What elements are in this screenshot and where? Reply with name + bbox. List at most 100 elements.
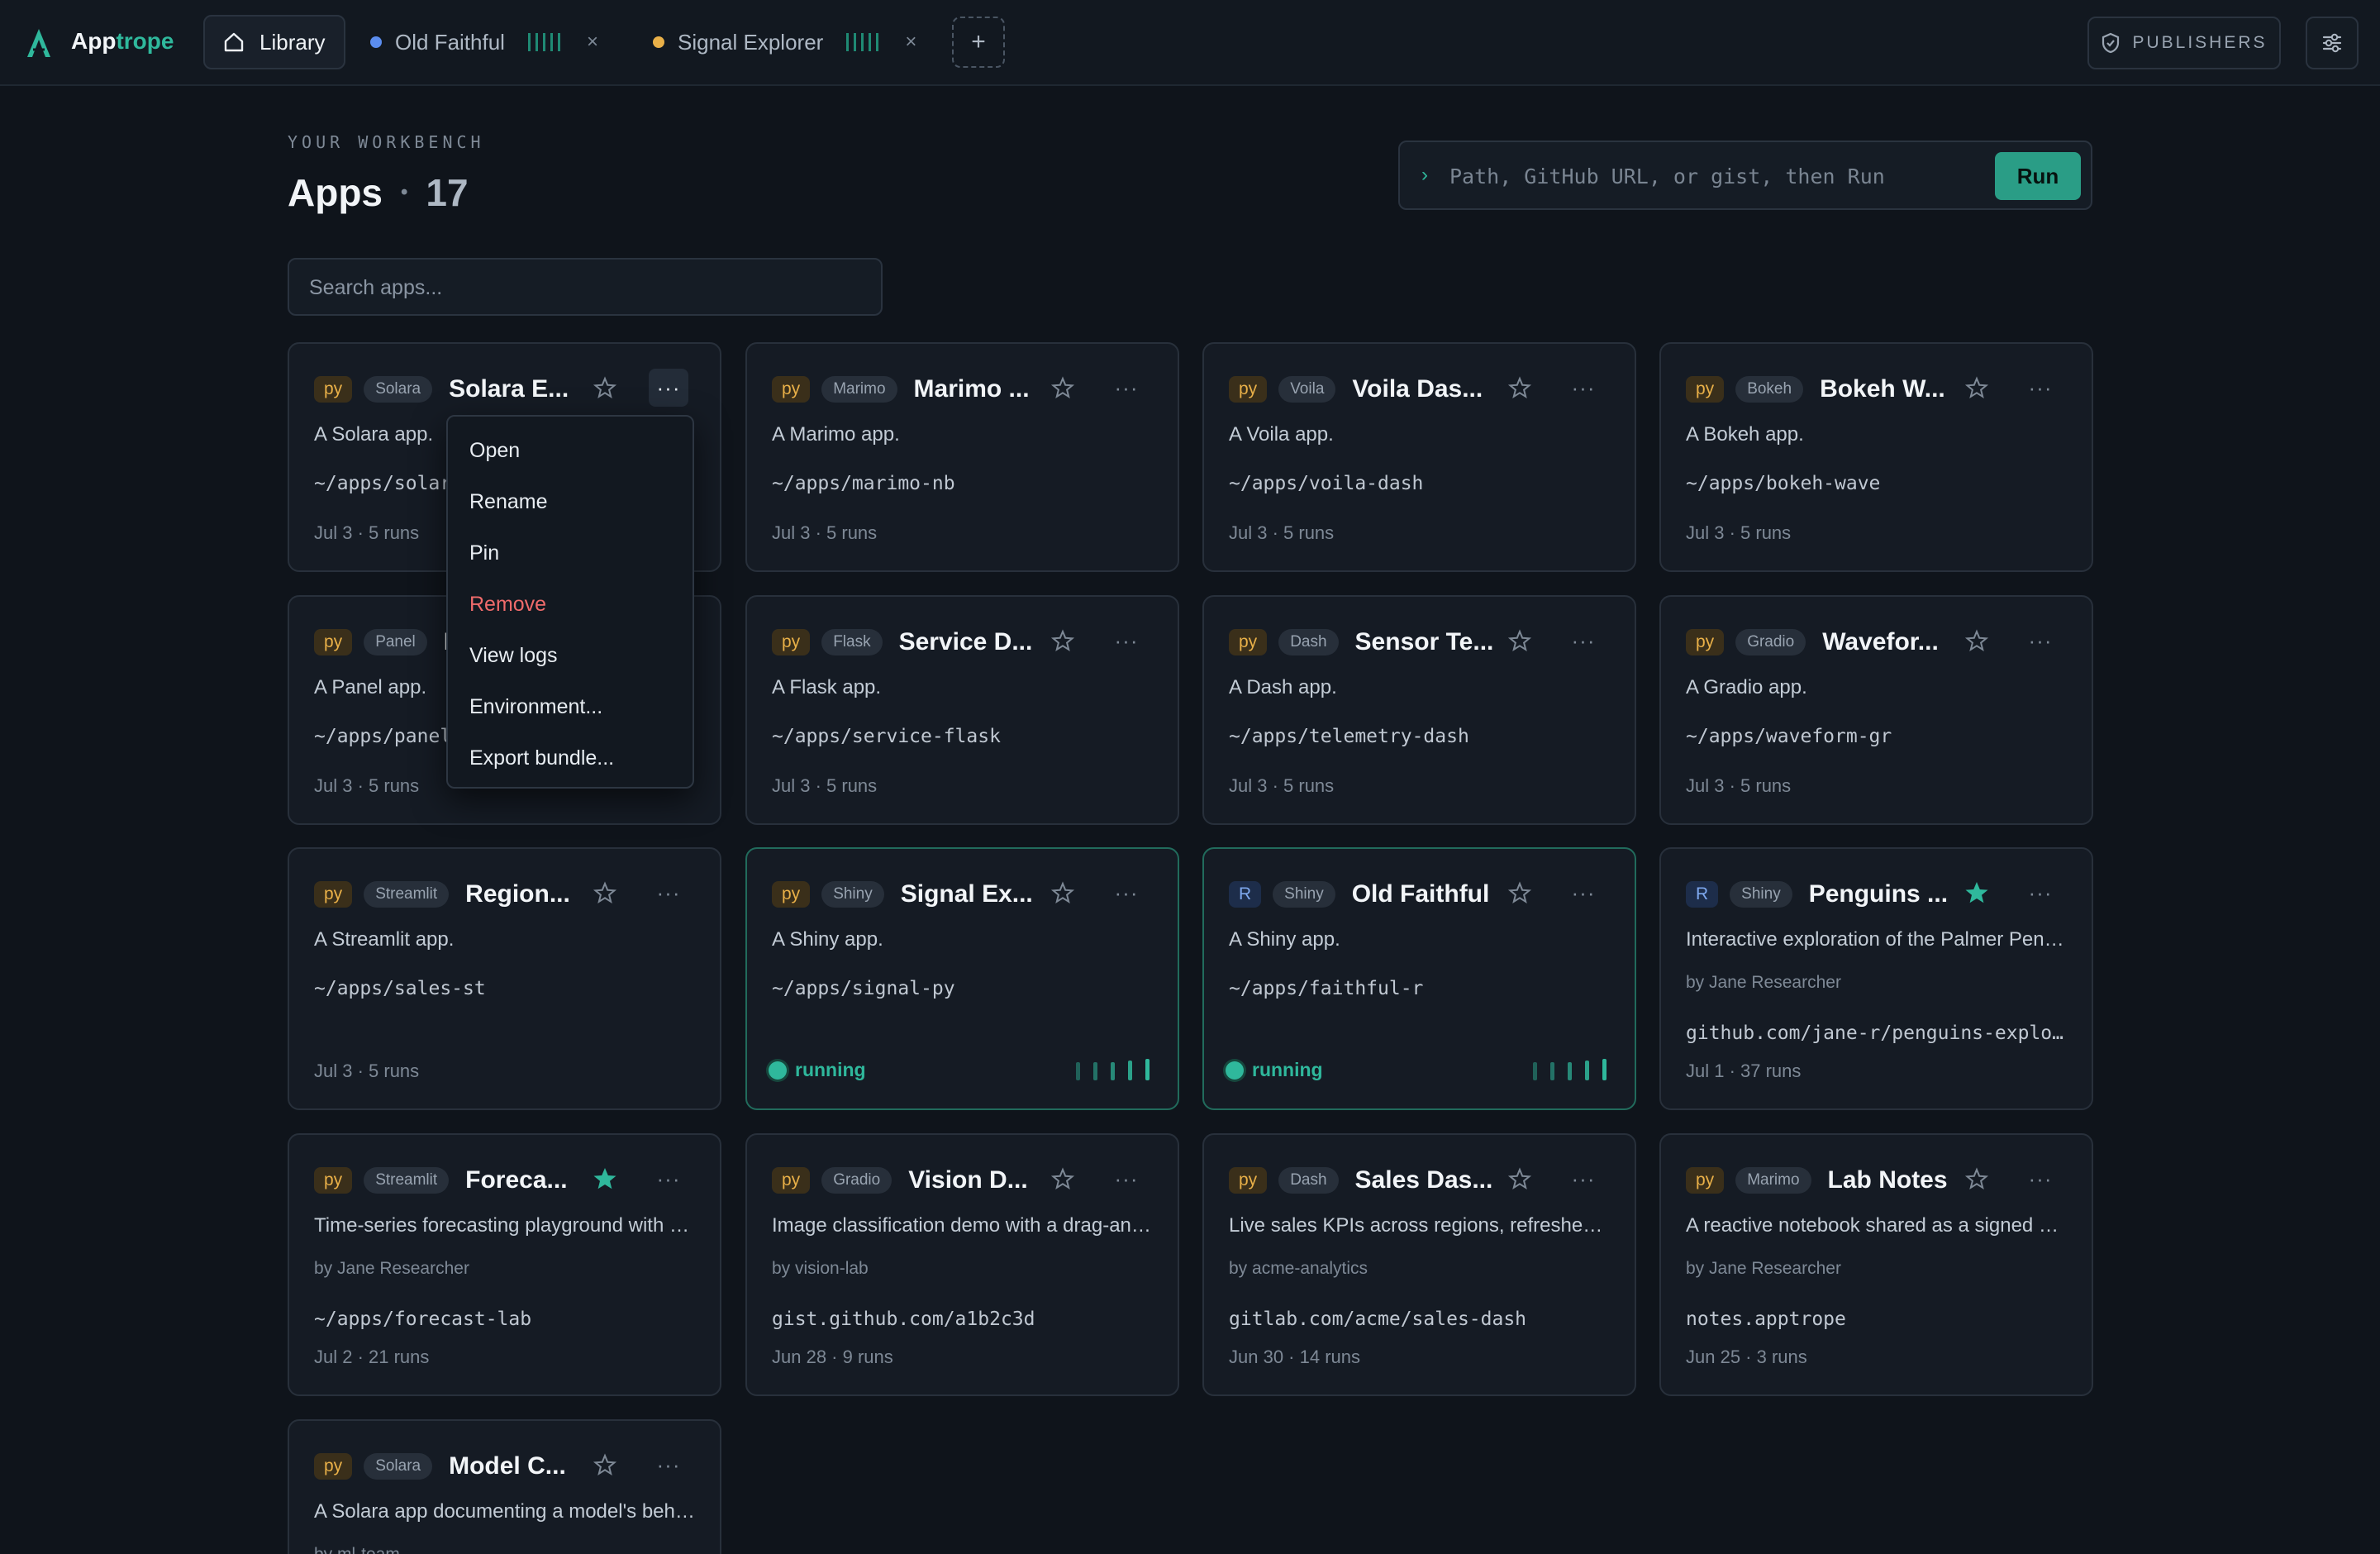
card-header: R Shiny Penguins ... ···: [1686, 877, 2067, 912]
close-icon[interactable]: ×: [905, 31, 916, 54]
app-card[interactable]: py Marimo Lab Notes ··· A reactive notebook …: [1659, 1133, 2093, 1396]
star-icon[interactable]: [1506, 374, 1534, 402]
star-icon[interactable]: [1963, 1165, 1991, 1193]
card-header: py Voila Voila Das... ···: [1229, 372, 1610, 407]
context-menu-item-environment[interactable]: Environment...: [448, 681, 693, 732]
more-options-icon[interactable]: ···: [1564, 369, 1603, 407]
app-path: notes.apptrope: [1686, 1309, 1846, 1330]
more-options-icon[interactable]: ···: [2021, 874, 2060, 912]
app-card[interactable]: py Marimo Marimo ... ··· A Marimo app. ~/apps…: [745, 342, 1179, 572]
app-card[interactable]: py Dash Sales Das... ··· Live sales KPIs acr…: [1202, 1133, 1636, 1396]
app-card[interactable]: py Gradio Wavefor... ··· A Gradio app. ~/apps…: [1659, 595, 2093, 825]
app-title[interactable]: Model C...: [449, 1452, 566, 1480]
app-card[interactable]: py Flask Service D... ··· A Flask app. ~/apps…: [745, 595, 1179, 825]
app-author: by Jane Researcher: [1686, 973, 1841, 992]
apptrope-logo-icon: [27, 29, 50, 57]
context-menu-item-export-bundle[interactable]: Export bundle...: [448, 732, 693, 784]
app-title[interactable]: Region...: [465, 880, 570, 908]
more-options-icon[interactable]: ···: [2021, 1160, 2060, 1198]
more-options-icon[interactable]: ···: [649, 369, 688, 407]
tab-old-faithful[interactable]: Old Faithful ×: [370, 15, 598, 69]
run-source-input[interactable]: [1449, 154, 2011, 198]
star-icon[interactable]: [1049, 879, 1077, 907]
run-button[interactable]: Run: [1995, 152, 2081, 200]
app-title[interactable]: Lab Notes: [1828, 1166, 1948, 1194]
close-icon[interactable]: ×: [587, 31, 598, 54]
more-options-icon[interactable]: ···: [2021, 369, 2060, 407]
star-icon[interactable]: [1049, 1165, 1077, 1193]
app-card[interactable]: py Streamlit Region... ··· A Streamlit app. ~…: [288, 847, 721, 1110]
app-title[interactable]: Signal Ex...: [901, 880, 1033, 908]
context-menu-item-view-logs[interactable]: View logs: [448, 630, 693, 681]
activity-bars-icon: [527, 33, 560, 51]
star-icon[interactable]: [1506, 1165, 1534, 1193]
star-filled-icon[interactable]: [1963, 879, 1991, 907]
tab-signal-explorer[interactable]: Signal Explorer ×: [653, 15, 916, 69]
app-description: Image classification demo with a drag-an…: [772, 1214, 1154, 1237]
app-path: github.com/jane-r/penguins-explorer: [1686, 1022, 2068, 1044]
settings-button[interactable]: [2306, 17, 2359, 69]
more-options-icon[interactable]: ···: [1564, 1160, 1603, 1198]
context-menu-item-pin[interactable]: Pin: [448, 527, 693, 579]
app-title[interactable]: Wavefor...: [1822, 628, 1939, 656]
context-menu-item-remove[interactable]: Remove: [448, 579, 693, 630]
star-filled-icon[interactable]: [591, 1165, 619, 1193]
app-meta: Jul 3 · 5 runs: [314, 775, 420, 796]
app-path: ~/apps/faithful-r: [1229, 978, 1424, 999]
app-title[interactable]: Sales Das...: [1355, 1166, 1493, 1194]
app-card[interactable]: py Dash Sensor Te... ··· A Dash app. ~/apps/t…: [1202, 595, 1636, 825]
app-title[interactable]: Voila Das...: [1352, 375, 1483, 403]
add-tab-button[interactable]: +: [952, 17, 1005, 68]
more-options-icon[interactable]: ···: [649, 1160, 688, 1198]
app-card[interactable]: py Solara Model C... ··· A Solara app docume…: [288, 1419, 721, 1554]
framework-badge: Shiny: [1730, 881, 1792, 908]
more-options-icon[interactable]: ···: [1107, 874, 1146, 912]
more-options-icon[interactable]: ···: [1107, 622, 1146, 660]
app-card[interactable]: R Shiny Penguins ... ··· Interactive explora…: [1659, 847, 2093, 1110]
app-title[interactable]: Vision D...: [908, 1166, 1027, 1194]
star-icon[interactable]: [1963, 627, 1991, 655]
publishers-button[interactable]: PUBLISHERS: [2087, 17, 2281, 69]
app-title[interactable]: Penguins ...: [1809, 880, 1948, 908]
context-menu-item-rename[interactable]: Rename: [448, 476, 693, 527]
app-title[interactable]: Bokeh W...: [1820, 375, 1945, 403]
star-icon[interactable]: [1506, 627, 1534, 655]
star-icon[interactable]: [1506, 879, 1534, 907]
app-title[interactable]: Old Faithful: [1352, 880, 1490, 908]
more-options-icon[interactable]: ···: [649, 874, 688, 912]
app-card[interactable]: py Bokeh Bokeh W... ··· A Bokeh app. ~/apps/b…: [1659, 342, 2093, 572]
app-title[interactable]: Foreca...: [465, 1166, 567, 1194]
context-menu-item-open[interactable]: Open: [448, 425, 693, 476]
star-icon[interactable]: [591, 1451, 619, 1479]
app-card[interactable]: py Shiny Signal Ex... ··· A Shiny app. ~/apps…: [745, 847, 1179, 1110]
more-options-icon[interactable]: ···: [1564, 622, 1603, 660]
app-card[interactable]: R Shiny Old Faithful ··· A Shiny app. ~/apps/…: [1202, 847, 1636, 1110]
app-meta: Jun 28 · 9 runs: [772, 1347, 893, 1367]
card-header: py Gradio Vision D... ···: [772, 1163, 1153, 1198]
app-title[interactable]: Service D...: [899, 628, 1033, 656]
more-options-icon[interactable]: ···: [1107, 369, 1146, 407]
star-icon[interactable]: [1963, 374, 1991, 402]
tab-library[interactable]: Library: [203, 15, 345, 69]
star-icon[interactable]: [1049, 374, 1077, 402]
more-options-icon[interactable]: ···: [2021, 622, 2060, 660]
app-title[interactable]: Sensor Te...: [1355, 628, 1494, 656]
star-icon[interactable]: [1049, 627, 1077, 655]
app-card[interactable]: py Gradio Vision D... ··· Image classificati…: [745, 1133, 1179, 1396]
app-meta: Jul 3 · 5 runs: [772, 775, 878, 796]
app-title[interactable]: Solara E...: [449, 375, 569, 403]
app-title[interactable]: Marimo ...: [914, 375, 1030, 403]
app-card[interactable]: py Streamlit Foreca... ··· Time-series forec…: [288, 1133, 721, 1396]
app-card[interactable]: py Voila Voila Das... ··· A Voila app. ~/apps…: [1202, 342, 1636, 572]
framework-badge: Panel: [364, 629, 427, 655]
star-icon[interactable]: [591, 879, 619, 907]
sliders-icon: [2322, 33, 2342, 53]
app-author: by acme-analytics: [1229, 1259, 1368, 1278]
more-options-icon[interactable]: ···: [1564, 874, 1603, 912]
search-input[interactable]: [309, 268, 854, 307]
framework-badge: Solara: [364, 376, 433, 403]
star-icon[interactable]: [591, 374, 619, 402]
more-options-icon[interactable]: ···: [1107, 1160, 1146, 1198]
app-description: A Shiny app.: [772, 928, 883, 951]
more-options-icon[interactable]: ···: [649, 1446, 688, 1484]
